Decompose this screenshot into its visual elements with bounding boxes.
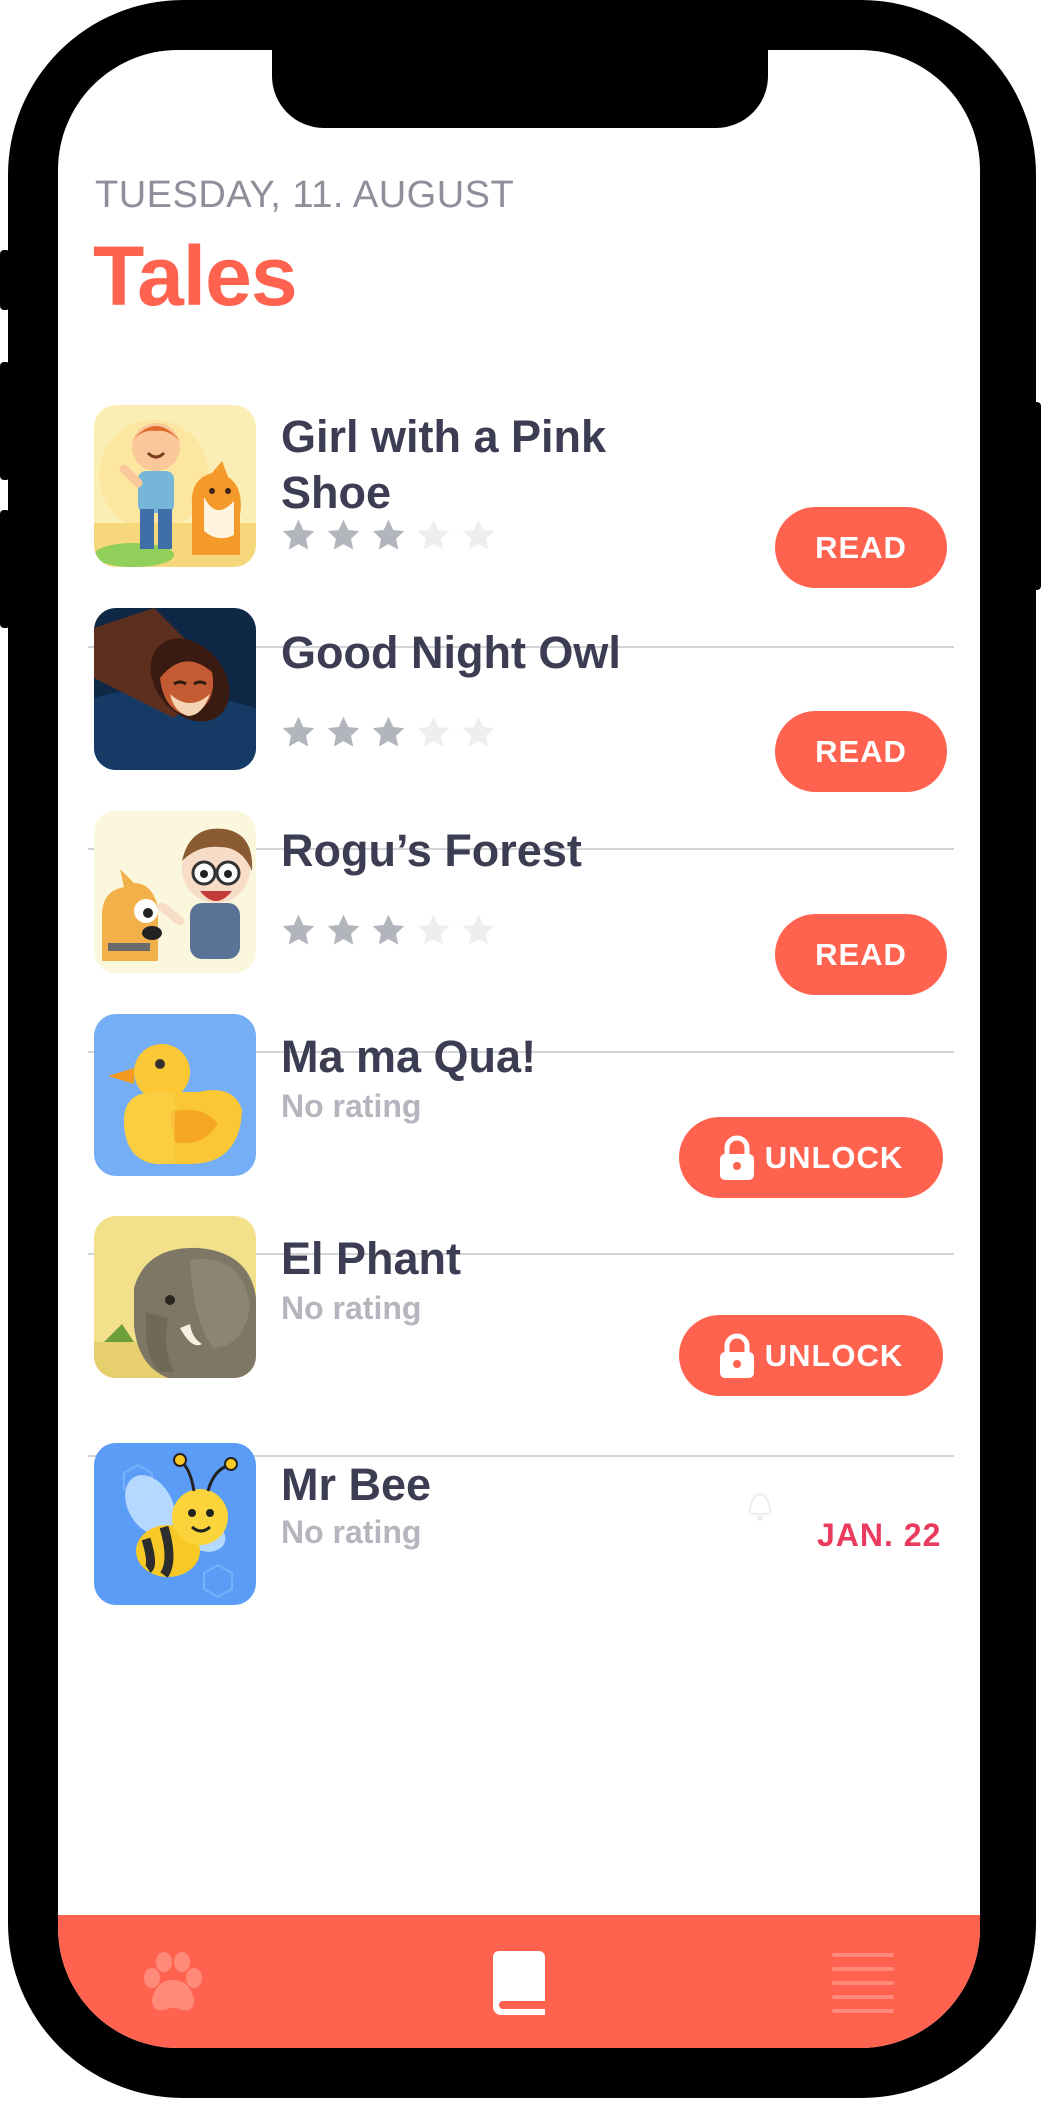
duck-illustration xyxy=(94,1014,256,1176)
tale-row[interactable]: Rogu’s Forest READ xyxy=(58,806,980,1009)
star-filled-icon xyxy=(282,716,315,747)
star-filled-icon xyxy=(372,914,405,945)
app-screen: TUESDAY, 11. AUGUST Tales Girl with a Pi… xyxy=(58,50,980,2048)
side-button-power xyxy=(1030,402,1041,590)
tale-row[interactable]: Good Night Owl READ xyxy=(58,603,980,806)
star-filled-icon xyxy=(282,519,315,550)
lock-icon xyxy=(719,1135,755,1181)
bell-icon xyxy=(738,1482,782,1526)
tale-title: Ma ma Qua! xyxy=(281,1031,537,1082)
star-filled-icon xyxy=(282,914,315,945)
menu-icon xyxy=(832,1953,894,2013)
side-button-volume-down xyxy=(0,510,10,628)
read-button[interactable]: READ xyxy=(775,711,947,792)
book-icon xyxy=(493,1951,545,2015)
unlock-button[interactable]: UNLOCK xyxy=(679,1315,943,1396)
star-empty-icon xyxy=(417,716,450,747)
paw-icon xyxy=(144,1952,202,2011)
notch xyxy=(272,50,768,128)
tale-row[interactable]: Ma ma Qua! No rating UNLOCK xyxy=(58,1009,980,1212)
tale-row[interactable]: Mr Bee No rating JAN. 22 xyxy=(58,1413,980,1616)
star-filled-icon xyxy=(372,519,405,550)
star-empty-icon xyxy=(462,914,495,945)
side-button-volume-up xyxy=(0,362,10,480)
read-button[interactable]: READ xyxy=(775,914,947,995)
tale-title: El Phant xyxy=(281,1233,462,1284)
no-rating-label: No rating xyxy=(281,1290,422,1326)
star-empty-icon xyxy=(417,914,450,945)
no-rating-label: No rating xyxy=(281,1088,422,1124)
tale-title: Rogu’s Forest xyxy=(281,825,582,876)
star-rating xyxy=(280,714,497,751)
page-title: Tales xyxy=(93,229,298,323)
star-empty-icon xyxy=(417,519,450,550)
tale-row[interactable]: El Phant No rating UNLOCK xyxy=(58,1211,980,1414)
elephant-illustration xyxy=(94,1216,256,1378)
unlock-button-label: UNLOCK xyxy=(764,1337,904,1373)
no-rating-label: No rating xyxy=(281,1514,422,1550)
tab-book[interactable] xyxy=(459,1933,579,2033)
boy-and-dog-illustration xyxy=(94,405,256,567)
tab-menu[interactable] xyxy=(803,1933,923,2033)
release-date: JAN. 22 xyxy=(817,1517,942,1553)
bee-illustration xyxy=(94,1443,256,1605)
star-filled-icon xyxy=(327,519,360,550)
tale-title: Mr Bee xyxy=(281,1459,432,1510)
star-filled-icon xyxy=(327,716,360,747)
star-filled-icon xyxy=(372,716,405,747)
read-button[interactable]: READ xyxy=(775,507,947,588)
star-empty-icon xyxy=(462,519,495,550)
kid-and-dog-illustration xyxy=(94,811,256,973)
lock-icon xyxy=(719,1333,755,1379)
tab-paw[interactable] xyxy=(113,1933,233,2033)
side-button-silent xyxy=(0,250,10,310)
star-filled-icon xyxy=(327,914,360,945)
tale-title: Good Night Owl xyxy=(281,627,621,678)
current-date: TUESDAY, 11. AUGUST xyxy=(95,174,515,216)
tab-bar xyxy=(58,1915,980,2048)
star-empty-icon xyxy=(462,716,495,747)
tale-row[interactable]: Girl with a Pink Shoe READ xyxy=(58,400,980,603)
unlock-button[interactable]: UNLOCK xyxy=(679,1117,943,1198)
star-rating xyxy=(280,517,497,554)
unlock-button-label: UNLOCK xyxy=(764,1139,904,1175)
star-rating xyxy=(280,912,497,949)
tale-title: Girl with a Pink Shoe xyxy=(281,411,607,518)
fox-in-log-illustration xyxy=(94,608,256,770)
